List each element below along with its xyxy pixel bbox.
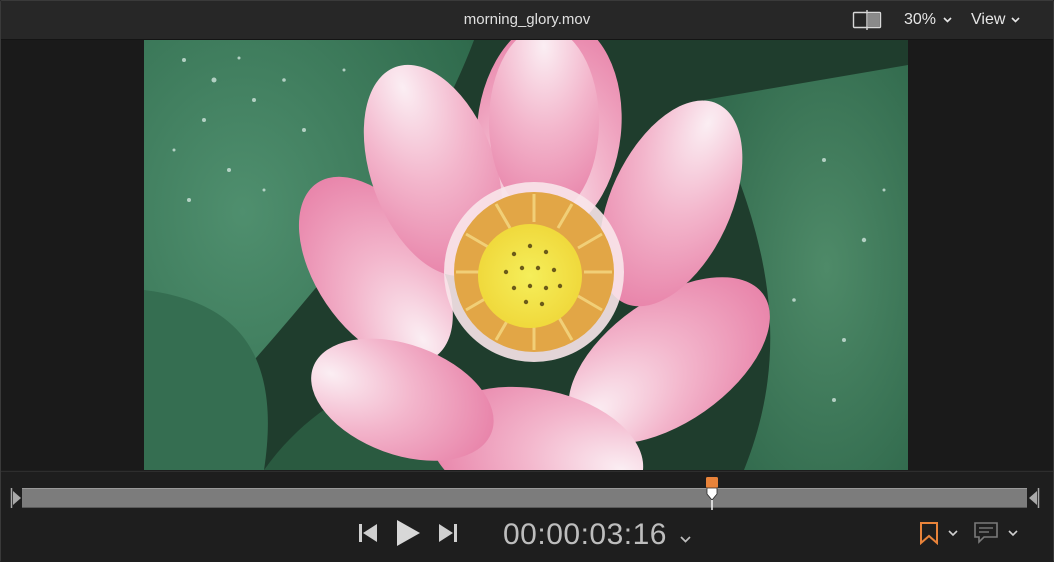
window-title: morning_glory.mov xyxy=(463,11,591,28)
video-frame[interactable] xyxy=(144,40,908,470)
transport-controls: 00:00:03:16 xyxy=(1,516,1053,556)
scrubber-track[interactable] xyxy=(22,488,1027,508)
go-to-start-icon xyxy=(359,524,377,542)
play-button[interactable] xyxy=(395,519,421,552)
range-end-icon xyxy=(1029,488,1040,508)
video-viewer[interactable] xyxy=(1,40,1053,470)
view-menu-button[interactable]: View xyxy=(971,10,1020,30)
zoom-dropdown[interactable]: 30% xyxy=(904,10,952,30)
zoom-level: 30% xyxy=(904,11,937,28)
timecode-menu-button[interactable] xyxy=(680,530,691,548)
caption-icon xyxy=(974,522,998,544)
range-start-icon xyxy=(10,488,21,508)
range-start-handle[interactable] xyxy=(10,487,22,509)
viewer-window: morning_glory.mov 30% View 00:00:03:16 xyxy=(0,0,1054,562)
chevron-down-icon xyxy=(943,17,952,23)
range-end-handle[interactable] xyxy=(1028,487,1040,509)
lotus-flower-image xyxy=(144,40,908,470)
play-icon xyxy=(397,520,420,546)
compare-viewer-icon xyxy=(852,10,882,30)
captions-menu-button[interactable] xyxy=(973,521,1018,545)
chevron-down-icon xyxy=(1011,17,1020,23)
view-menu-label: View xyxy=(971,11,1006,28)
playhead-marker-icon xyxy=(706,477,719,510)
chevron-down-icon xyxy=(680,536,691,543)
playhead[interactable] xyxy=(705,476,719,510)
title-bar: morning_glory.mov 30% View xyxy=(1,1,1053,40)
bookmark-icon xyxy=(920,522,938,545)
compare-view-button[interactable] xyxy=(852,10,882,30)
marker-menu-button[interactable] xyxy=(919,521,958,545)
go-to-end-icon xyxy=(439,524,457,542)
timecode-display[interactable]: 00:00:03:16 xyxy=(503,518,667,552)
previous-button[interactable] xyxy=(357,522,379,549)
chevron-down-icon xyxy=(1008,529,1018,536)
timeline-bar: 00:00:03:16 xyxy=(1,471,1053,562)
next-button[interactable] xyxy=(437,522,459,549)
chevron-down-icon xyxy=(948,529,958,536)
